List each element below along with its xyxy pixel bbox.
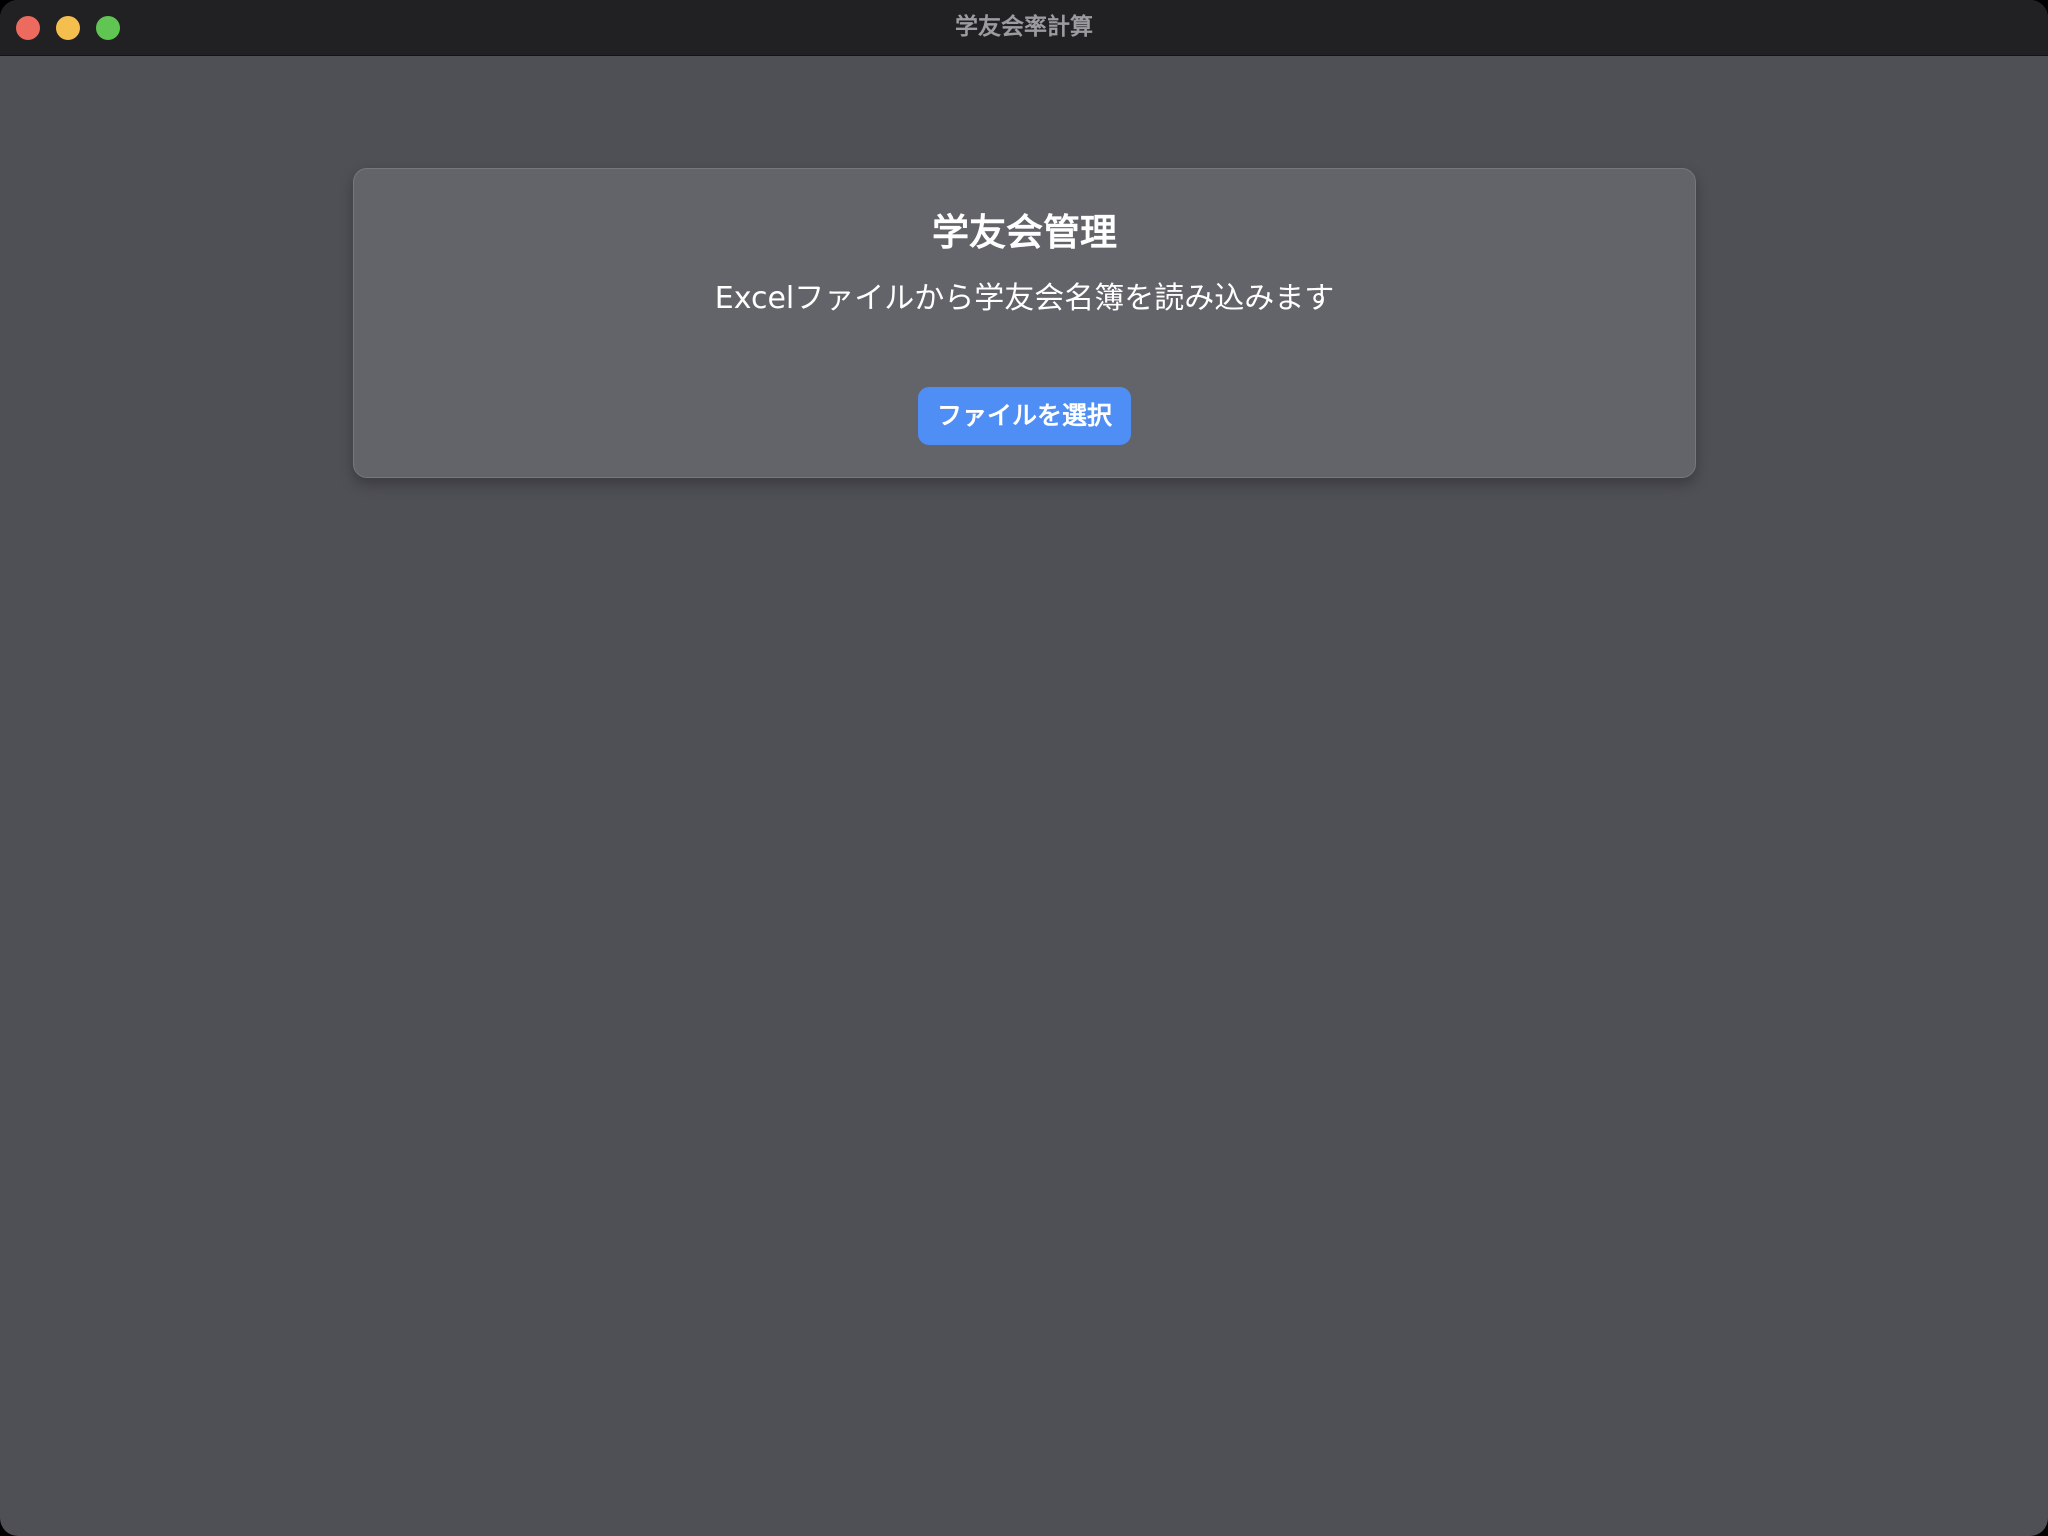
app-window: 学友会率計算 学友会管理 Excelファイルから学友会名簿を読み込みます ファイ… <box>0 0 2048 1536</box>
page-title: 学友会管理 <box>932 211 1117 254</box>
select-file-button[interactable]: ファイルを選択 <box>918 387 1131 445</box>
title-bar[interactable]: 学友会率計算 <box>0 0 2048 56</box>
file-import-card: 学友会管理 Excelファイルから学友会名簿を読み込みます ファイルを選択 <box>353 168 1696 478</box>
window-title: 学友会率計算 <box>955 14 1093 40</box>
import-description: Excelファイルから学友会名簿を読み込みます <box>714 281 1335 316</box>
